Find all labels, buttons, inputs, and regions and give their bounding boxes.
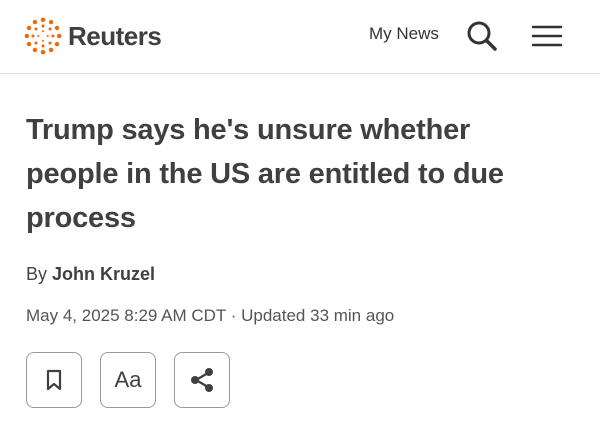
article-dateline: May 4, 2025 8:29 AM CDT · Updated 33 min… bbox=[26, 306, 395, 325]
author-link[interactable]: John Kruzel bbox=[52, 264, 155, 284]
page: Reuters My News Trump says he's unsure w… bbox=[0, 0, 600, 439]
bookmark-icon bbox=[46, 369, 62, 391]
menu-button[interactable] bbox=[530, 20, 564, 52]
byline-prefix: By bbox=[26, 264, 48, 284]
text-size-button[interactable]: Aa bbox=[100, 352, 156, 408]
reuters-logo-icon bbox=[24, 17, 62, 55]
share-button[interactable] bbox=[174, 352, 230, 408]
reuters-logo[interactable]: Reuters bbox=[24, 14, 162, 58]
site-header: Reuters My News bbox=[0, 0, 600, 74]
byline: By John Kruzel bbox=[26, 264, 155, 285]
bookmark-button[interactable] bbox=[26, 352, 82, 408]
article-headline: Trump says he's unsure whether people in… bbox=[26, 114, 504, 234]
search-icon bbox=[467, 21, 497, 51]
share-icon bbox=[191, 368, 213, 392]
search-button[interactable] bbox=[464, 18, 500, 54]
my-news-link[interactable]: My News bbox=[369, 24, 439, 44]
text-size-label: Aa bbox=[114, 367, 142, 392]
hamburger-menu-icon bbox=[531, 25, 563, 47]
brand-name: Reuters bbox=[68, 20, 162, 51]
